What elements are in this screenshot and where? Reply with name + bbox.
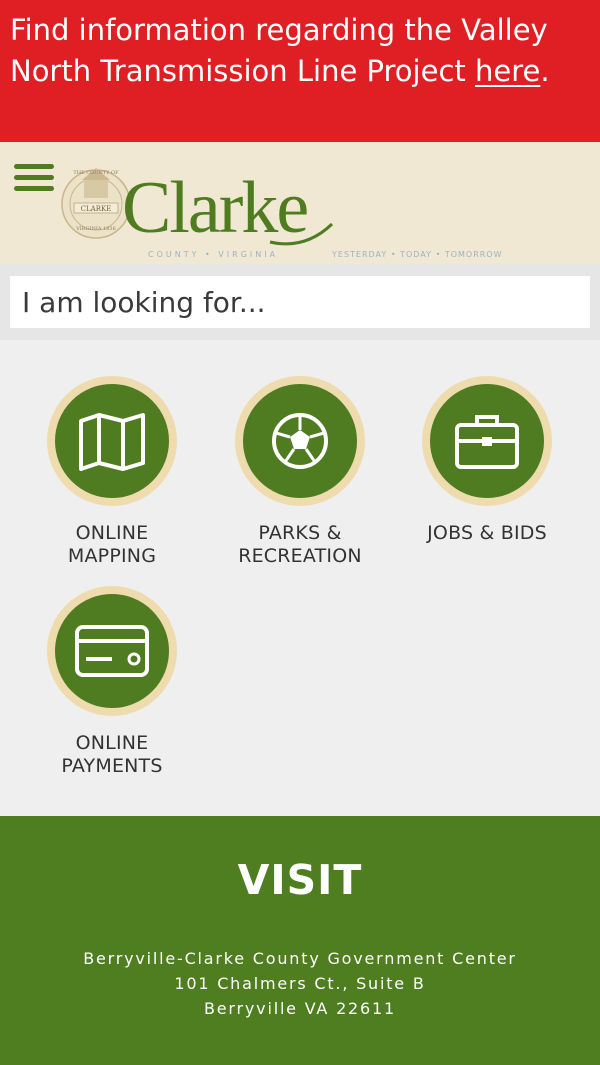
credit-card-icon	[75, 625, 149, 677]
briefcase-icon	[455, 415, 519, 469]
quick-link-label: PARKS & RECREATION	[207, 522, 393, 568]
quick-link-label: JOBS & BIDS	[394, 522, 580, 545]
soccer-ball-icon	[272, 413, 328, 469]
quick-link-circle	[422, 376, 552, 506]
seal-name: CLARKE	[81, 205, 112, 213]
hamburger-bar	[14, 164, 54, 169]
address-line: Berryville-Clarke County Government Cent…	[83, 949, 517, 968]
quick-link-online-payments[interactable]: ONLINE PAYMENTS	[19, 586, 205, 778]
label-line: MAPPING	[67, 545, 157, 567]
hamburger-bar	[14, 186, 54, 191]
logo-subtitle-left: COUNTY • VIRGINIA	[148, 250, 278, 259]
label-line: ONLINE	[75, 522, 149, 544]
quick-link-online-mapping[interactable]: ONLINE MAPPING	[19, 376, 205, 568]
quick-link-jobs-bids[interactable]: JOBS & BIDS	[394, 376, 580, 545]
label-line: JOBS & BIDS	[427, 522, 547, 544]
seal-bottom-text: VIRGINIA 1836	[75, 226, 116, 232]
label-line: PAYMENTS	[61, 755, 163, 777]
site-header: CLARKE THE COUNTY OF VIRGINIA 1836 Clark…	[0, 142, 600, 264]
label-line: RECREATION	[238, 545, 362, 567]
quick-link-circle	[47, 376, 177, 506]
logo-subtitle-right: YESTERDAY • TODAY • TOMORROW	[331, 250, 503, 259]
alert-link[interactable]: here	[475, 54, 540, 88]
footer-heading: VISIT	[237, 856, 363, 904]
quick-link-circle	[235, 376, 365, 506]
address-line: Berryville VA 22611	[204, 999, 396, 1018]
county-seal-icon: CLARKE THE COUNTY OF VIRGINIA 1836	[61, 168, 131, 239]
search-input[interactable]	[10, 276, 590, 328]
footer-address: Berryville-Clarke County Government Cent…	[0, 946, 600, 1021]
quick-link-circle	[47, 586, 177, 716]
hamburger-bar	[14, 175, 54, 180]
clarke-county-logo[interactable]: CLARKE THE COUNTY OF VIRGINIA 1836 Clark…	[60, 154, 550, 264]
seal-top-text: THE COUNTY OF	[73, 170, 119, 176]
map-icon	[79, 413, 145, 471]
label-line: ONLINE	[75, 732, 149, 754]
search-bar	[0, 264, 600, 340]
quick-link-parks-recreation[interactable]: PARKS & RECREATION	[207, 376, 393, 568]
address-line: 101 Chalmers Ct., Suite B	[174, 974, 426, 993]
quick-link-label: ONLINE PAYMENTS	[19, 732, 205, 778]
logo-wordmark: Clarke	[122, 167, 307, 249]
alert-suffix: .	[540, 54, 550, 88]
visit-footer: VISIT Berryville-Clarke County Governmen…	[0, 816, 600, 1065]
quick-link-label: ONLINE MAPPING	[19, 522, 205, 568]
hamburger-menu-button[interactable]	[14, 162, 56, 194]
label-line: PARKS &	[258, 522, 342, 544]
alert-text: Find information regarding the Valley No…	[10, 13, 548, 88]
alert-banner: Find information regarding the Valley No…	[0, 0, 600, 142]
